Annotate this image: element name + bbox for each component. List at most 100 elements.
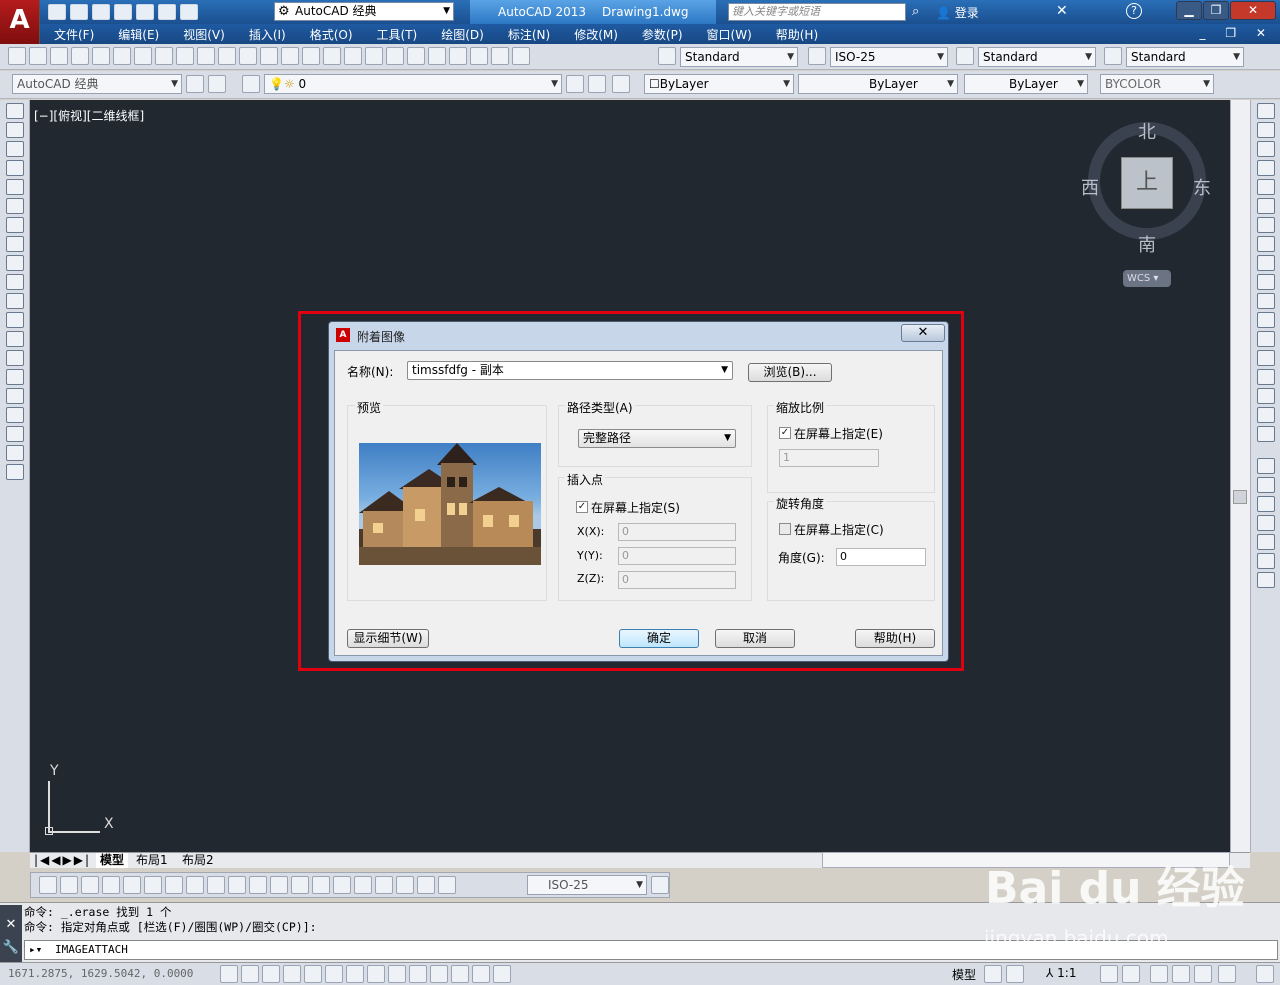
ok-button[interactable]: 确定 <box>619 629 699 648</box>
mirror-icon[interactable] <box>1256 141 1275 157</box>
table-style-icon[interactable] <box>956 47 974 65</box>
dim-style-icon[interactable] <box>808 47 826 65</box>
scale-onscreen-checkbox[interactable]: ✓ <box>779 427 791 439</box>
scale-field[interactable]: 1 <box>779 449 879 467</box>
erase-icon[interactable] <box>1256 103 1275 119</box>
gear-icon[interactable] <box>186 75 204 93</box>
table-style-dropdown[interactable]: Standard ▼ <box>978 47 1096 67</box>
layer-states-icon[interactable] <box>612 75 630 93</box>
auto-scale-icon[interactable] <box>1122 965 1140 983</box>
menu-file[interactable]: 文件(F) <box>54 26 106 43</box>
otrack-icon[interactable] <box>367 965 385 983</box>
dim-text-edit-icon[interactable] <box>417 876 435 894</box>
rectangle-icon[interactable] <box>5 179 24 195</box>
construction-line-icon[interactable] <box>5 122 24 138</box>
infer-constraints-icon[interactable] <box>220 965 238 983</box>
design-center-icon[interactable] <box>407 47 425 65</box>
radius-icon[interactable] <box>123 876 141 894</box>
jogged-icon[interactable] <box>144 876 162 894</box>
name-dropdown[interactable]: timssfdfg - 副本 ▼ <box>407 361 733 380</box>
tab-model[interactable]: 模型 <box>96 853 129 868</box>
hatch-icon[interactable] <box>5 369 24 385</box>
linear-dim-icon[interactable] <box>39 876 57 894</box>
polar-icon[interactable] <box>304 965 322 983</box>
lineweight-icon[interactable] <box>430 965 448 983</box>
quick-dim-icon[interactable] <box>207 876 225 894</box>
properties-icon[interactable] <box>386 47 404 65</box>
layer-properties-icon[interactable] <box>242 75 260 93</box>
menu-dimension[interactable]: 标注(N) <box>508 26 562 43</box>
close-icon[interactable]: ✕ <box>0 917 22 932</box>
undo-icon[interactable] <box>260 47 278 65</box>
wrench-icon[interactable]: 🔧 <box>0 940 22 955</box>
dialog-title-bar[interactable] <box>329 322 948 348</box>
block-editor-icon[interactable] <box>239 47 257 65</box>
copy-object-icon[interactable] <box>1256 122 1275 138</box>
text-style-dropdown[interactable]: Standard ▼ <box>680 47 798 67</box>
layer-dropdown[interactable]: 💡☼ 0 ▼ <box>264 74 562 94</box>
save-as-icon[interactable] <box>114 4 132 20</box>
angular-icon[interactable] <box>186 876 204 894</box>
plot-icon[interactable] <box>136 4 154 20</box>
tab-layout2[interactable]: 布局2 <box>182 853 214 868</box>
transparency-icon[interactable] <box>451 965 469 983</box>
continue-icon[interactable] <box>249 876 267 894</box>
quick-view-layouts-icon[interactable] <box>984 965 1002 983</box>
isolate-objects-icon[interactable] <box>1218 965 1236 983</box>
menu-help[interactable]: 帮助(H) <box>776 26 830 43</box>
make-block-icon[interactable] <box>5 331 24 347</box>
compass-east[interactable]: 东 <box>1193 174 1211 200</box>
search-input[interactable]: 键入关键字或短语 <box>728 3 906 21</box>
extend-icon[interactable] <box>1256 293 1275 309</box>
cursor-coordinates[interactable]: 1671.2875, 1629.5042, 0.0000 <box>8 967 193 980</box>
bring-front-icon[interactable] <box>1256 477 1275 493</box>
exchange-icon[interactable]: ✕ <box>1056 3 1068 19</box>
new-icon[interactable] <box>48 4 66 20</box>
sheet-set-icon[interactable] <box>449 47 467 65</box>
lineweight-dropdown[interactable]: ByLayer ▼ <box>964 74 1088 94</box>
polygon-icon[interactable] <box>5 160 24 176</box>
save-icon[interactable] <box>50 47 68 65</box>
wcs-menu[interactable]: WCS ▾ <box>1123 270 1171 287</box>
path-type-dropdown[interactable]: 完整路径 ▼ <box>578 429 736 448</box>
diameter-icon[interactable] <box>165 876 183 894</box>
paste-icon[interactable] <box>197 47 215 65</box>
binoculars-icon[interactable]: ⌕ <box>912 4 919 19</box>
compass-west[interactable]: 西 <box>1081 174 1099 200</box>
show-details-button[interactable]: 显示细节(W) <box>347 629 429 648</box>
multileader-style-icon[interactable] <box>1104 47 1122 65</box>
send-back-icon[interactable] <box>1256 496 1275 512</box>
polyline-icon[interactable] <box>5 141 24 157</box>
cancel-button[interactable]: 取消 <box>715 629 795 648</box>
tab-navigation[interactable]: |◀◀▶▶| <box>34 853 91 868</box>
copy-icon[interactable] <box>176 47 194 65</box>
draworder-icon[interactable] <box>1256 458 1275 474</box>
circle-icon[interactable] <box>5 217 24 233</box>
annotation-scale[interactable]: ⅄ 1:1 <box>1046 966 1076 980</box>
lock-icon[interactable] <box>1172 965 1190 983</box>
annotation-visibility-icon[interactable] <box>1100 965 1118 983</box>
close-button[interactable]: ✕ <box>1230 1 1276 20</box>
dim-space-icon[interactable] <box>270 876 288 894</box>
dyn-icon[interactable] <box>409 965 427 983</box>
print-icon[interactable] <box>71 47 89 65</box>
baseline-icon[interactable] <box>228 876 246 894</box>
viewcube-top-face[interactable]: 上 <box>1121 157 1173 209</box>
angle-field[interactable]: 0 <box>836 548 926 566</box>
hatch-back-icon[interactable] <box>1256 572 1275 588</box>
text-style-icon[interactable] <box>658 47 676 65</box>
point-icon[interactable] <box>5 350 24 366</box>
jogged-linear-icon[interactable] <box>375 876 393 894</box>
help-icon[interactable]: ? <box>1126 3 1142 19</box>
hardware-acceleration-icon[interactable] <box>1194 965 1212 983</box>
pan-icon[interactable] <box>302 47 320 65</box>
open-icon[interactable] <box>29 47 47 65</box>
minimize-button[interactable]: ▁ <box>1176 1 1202 20</box>
workspace-dropdown[interactable]: ⚙ AutoCAD 经典 ▼ <box>274 2 454 21</box>
arc-length-icon[interactable] <box>81 876 99 894</box>
multileader-style-dropdown[interactable]: Standard ▼ <box>1126 47 1244 67</box>
insert-onscreen-checkbox[interactable]: ✓ <box>576 501 588 513</box>
grid-icon[interactable] <box>262 965 280 983</box>
gradient-icon[interactable] <box>5 388 24 404</box>
tolerance-icon[interactable] <box>312 876 330 894</box>
